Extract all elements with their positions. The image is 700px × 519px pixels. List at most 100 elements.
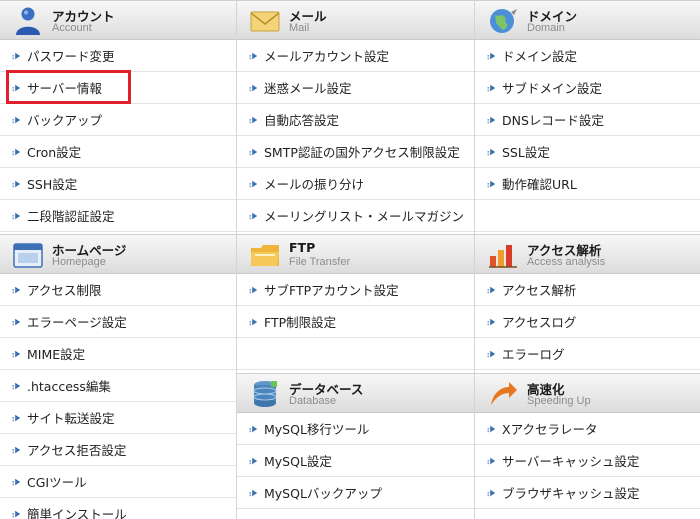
browser-window-icon [12, 240, 44, 270]
section-speedup: 高速化 Speeding Up Xアクセラレータ サーバーキャッシュ設定 ブラウザキャッ… [475, 373, 700, 509]
section-subtitle: Domain [527, 22, 565, 34]
empty-row [475, 200, 700, 232]
menu-link-label[interactable]: バックアップ [27, 110, 102, 129]
menu-link-item[interactable]: サーバーキャッシュ設定 [475, 445, 700, 477]
menu-link-item[interactable]: Cron設定 [0, 136, 236, 168]
menu-link-item[interactable]: SSH設定 [0, 168, 236, 200]
menu-link-item[interactable]: MySQLバックアップ [237, 477, 474, 509]
menu-link-label[interactable]: CGIツール [27, 472, 87, 491]
link-arrow-icon [12, 413, 22, 423]
menu-link-item[interactable]: MySQL移行ツール [237, 413, 474, 445]
section-subtitle: Account [52, 22, 92, 34]
menu-link-label[interactable]: サブドメイン設定 [502, 78, 602, 97]
menu-link-item[interactable]: 迷惑メール設定 [237, 72, 474, 104]
menu-link-label[interactable]: エラーログ [502, 344, 565, 363]
menu-link-item[interactable]: MIME設定 [0, 338, 236, 370]
menu-link-label[interactable]: サーバーキャッシュ設定 [502, 451, 639, 470]
menu-link-item[interactable]: アクセス解析 [475, 274, 700, 306]
menu-link-label[interactable]: アクセス解析 [502, 280, 576, 299]
menu-link-label[interactable]: 二段階認証設定 [27, 206, 115, 225]
menu-link-label[interactable]: 迷惑メール設定 [264, 78, 352, 97]
menu-link-item[interactable]: Xアクセラレータ [475, 413, 700, 445]
menu-link-item[interactable]: アクセスログ [475, 306, 700, 338]
section-subtitle: Speeding Up [527, 395, 591, 407]
menu-link-item[interactable]: アクセス制限 [0, 274, 236, 306]
link-arrow-icon [487, 285, 497, 295]
link-arrow-icon [487, 115, 497, 125]
menu-column: メール Mail メールアカウント設定 迷惑メール設定 自動応答設定 SMTP認証の国外ア… [237, 0, 475, 519]
section-subtitle: Mail [289, 22, 310, 34]
section-database: データベース Database MySQL移行ツール MySQL設定 MySQLバックア… [237, 373, 474, 509]
menu-link-item[interactable]: CGIツール [0, 466, 236, 498]
section-header-access-analysis: アクセス解析 Access analysis [475, 234, 700, 274]
menu-link-item[interactable]: SMTP認証の国外アクセス制限設定 [237, 136, 474, 168]
link-arrow-icon [487, 83, 497, 93]
menu-link-label[interactable]: サブFTPアカウント設定 [264, 280, 399, 299]
menu-link-label[interactable]: 自動応答設定 [264, 110, 339, 129]
menu-link-label[interactable]: Xアクセラレータ [502, 419, 597, 438]
menu-link-item[interactable]: エラーページ設定 [0, 306, 236, 338]
bar-chart-icon [487, 240, 519, 270]
section-subtitle: File Transfer [289, 256, 351, 268]
menu-link-label[interactable]: DNSレコード設定 [502, 110, 604, 129]
link-arrow-icon [12, 349, 22, 359]
menu-link-label[interactable]: アクセス拒否設定 [27, 440, 126, 459]
menu-link-label[interactable]: ドメイン設定 [502, 46, 577, 65]
link-arrow-icon [249, 285, 259, 295]
section-homepage: ホームページ Homepage アクセス制限 エラーページ設定 MIME設定 .htacc… [0, 234, 236, 519]
menu-link-item[interactable]: 動作確認URL [475, 168, 700, 200]
menu-link-label[interactable]: MIME設定 [27, 344, 85, 363]
menu-link-label[interactable]: MySQL移行ツール [264, 419, 369, 438]
menu-link-label[interactable]: Cron設定 [27, 142, 81, 161]
menu-link-item[interactable]: ドメイン設定 [475, 40, 700, 72]
menu-link-item[interactable]: メールの振り分け [237, 168, 474, 200]
menu-link-item[interactable]: 簡単インストール [0, 498, 236, 519]
menu-link-item[interactable]: パスワード変更 [0, 40, 236, 72]
menu-link-item[interactable]: .htaccess編集 [0, 370, 236, 402]
menu-link-label[interactable]: .htaccess編集 [27, 376, 111, 395]
menu-link-item[interactable]: 二段階認証設定 [0, 200, 236, 232]
menu-link-label[interactable]: アクセスログ [502, 312, 576, 331]
menu-link-item[interactable]: メールアカウント設定 [237, 40, 474, 72]
menu-link-item[interactable]: エラーログ [475, 338, 700, 370]
menu-link-label[interactable]: FTP制限設定 [264, 312, 336, 331]
menu-link-item[interactable]: サブドメイン設定 [475, 72, 700, 104]
section-subtitle: Database [289, 395, 337, 407]
menu-link-label[interactable]: メールの振り分け [264, 174, 364, 193]
menu-link-item[interactable]: SSL設定 [475, 136, 700, 168]
link-arrow-icon [12, 115, 22, 125]
menu-link-label[interactable]: パスワード変更 [27, 46, 115, 65]
globe-icon [487, 6, 519, 36]
menu-link-item[interactable]: メーリングリスト・メールマガジン [237, 200, 474, 232]
menu-link-label[interactable]: サイト転送設定 [27, 408, 115, 427]
menu-link-item[interactable]: FTP制限設定 [237, 306, 474, 338]
link-arrow-icon [249, 51, 259, 61]
menu-link-label[interactable]: メールアカウント設定 [264, 46, 389, 65]
menu-link-item[interactable]: ブラウザキャッシュ設定 [475, 477, 700, 509]
section-subtitle: Access analysis [527, 256, 606, 268]
menu-link-label[interactable]: アクセス制限 [27, 280, 101, 299]
menu-link-item[interactable]: サブFTPアカウント設定 [237, 274, 474, 306]
menu-link-item[interactable]: MySQL設定 [237, 445, 474, 477]
link-arrow-icon [487, 349, 497, 359]
menu-link-label[interactable]: MySQL設定 [264, 451, 332, 470]
link-arrow-icon [487, 51, 497, 61]
menu-link-label[interactable]: SSL設定 [502, 142, 550, 161]
highlight-box [6, 70, 131, 104]
menu-link-item[interactable]: アクセス拒否設定 [0, 434, 236, 466]
menu-link-label[interactable]: 動作確認URL [502, 174, 577, 193]
link-arrow-icon [249, 424, 259, 434]
menu-link-item[interactable]: DNSレコード設定 [475, 104, 700, 136]
menu-link-label[interactable]: 簡単インストール [27, 504, 127, 519]
menu-link-label[interactable]: メーリングリスト・メールマガジン [264, 206, 464, 225]
menu-link-label[interactable]: SSH設定 [27, 174, 77, 193]
menu-link-label[interactable]: SMTP認証の国外アクセス制限設定 [264, 142, 460, 161]
menu-link-label[interactable]: MySQLバックアップ [264, 483, 382, 502]
menu-link-item[interactable]: バックアップ [0, 104, 236, 136]
link-arrow-icon [487, 317, 497, 327]
link-arrow-icon [249, 147, 259, 157]
menu-link-item[interactable]: サイト転送設定 [0, 402, 236, 434]
menu-link-item[interactable]: 自動応答設定 [237, 104, 474, 136]
menu-link-label[interactable]: エラーページ設定 [27, 312, 127, 331]
menu-link-label[interactable]: ブラウザキャッシュ設定 [502, 483, 640, 502]
